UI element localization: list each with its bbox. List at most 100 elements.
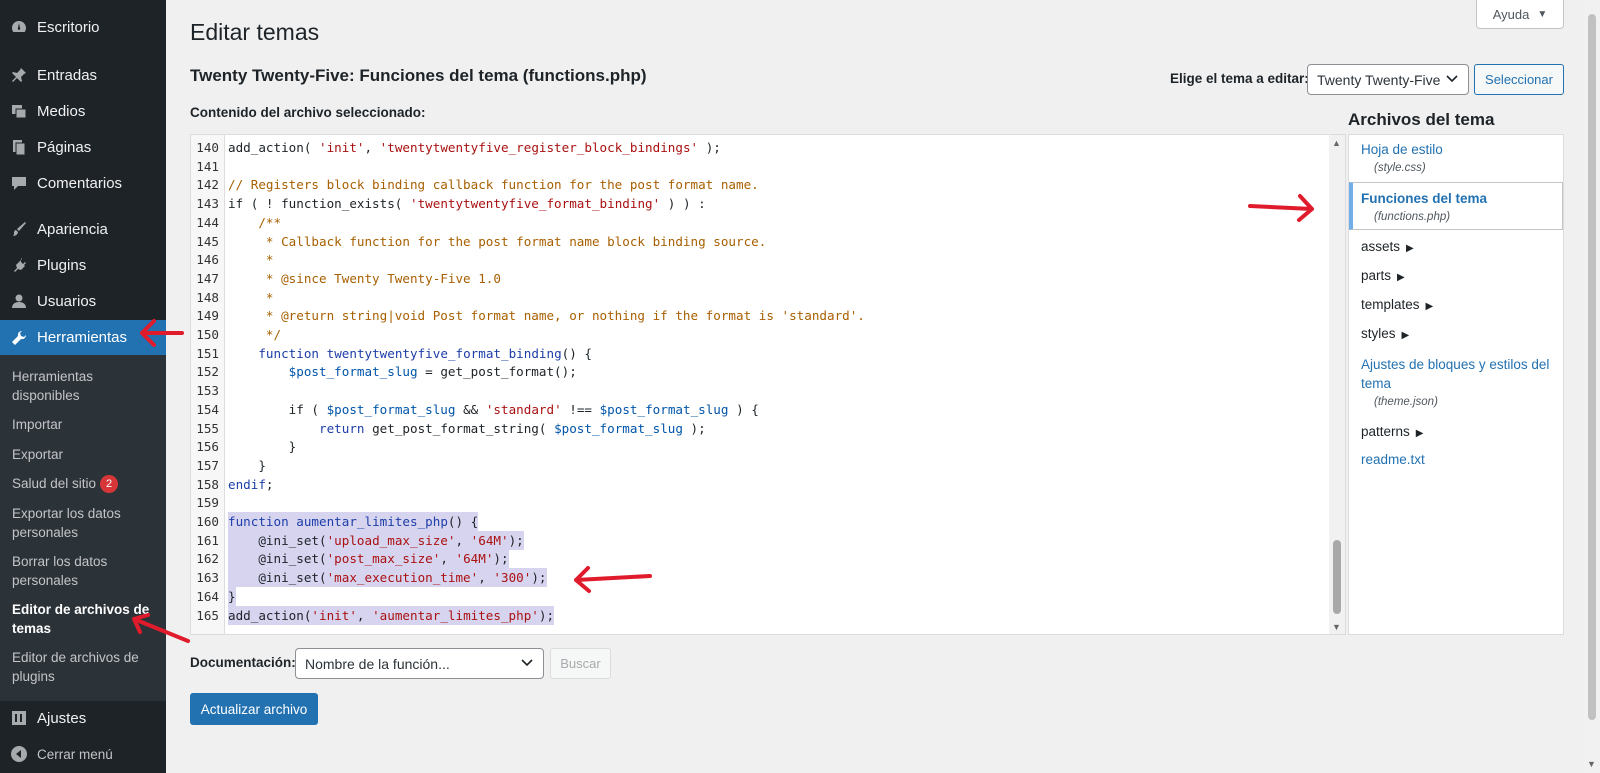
code-line[interactable]: 150 */	[191, 325, 1331, 344]
submenu-herramientas-disponibles[interactable]: Herramientas disponibles	[12, 367, 157, 405]
line-number: 163	[196, 570, 219, 586]
code-line[interactable]: 143 if ( ! function_exists( 'twentytwenty…	[191, 194, 1331, 213]
submenu-editor-plugins[interactable]: Editor de archivos de plugins	[12, 648, 157, 686]
code-text: }	[228, 439, 297, 455]
lookup-button[interactable]: Buscar	[550, 648, 611, 679]
file-link-readme[interactable]: readme.txt	[1361, 450, 1559, 469]
menu-item-usuarios[interactable]: Usuarios	[0, 284, 166, 318]
line-number: 143	[196, 196, 219, 212]
line-number: 151	[196, 345, 219, 361]
code-line[interactable]: 152 $post_format_slug = get_post_format(…	[191, 362, 1331, 381]
line-number: 162	[196, 551, 219, 567]
code-line[interactable]: 158 endif;	[191, 475, 1331, 494]
menu-item-ajustes[interactable]: Ajustes	[0, 701, 166, 735]
dashboard-icon	[9, 17, 29, 37]
submenu-exportar-datos[interactable]: Exportar los datos personales	[12, 504, 157, 542]
theme-files-title: Archivos del tema	[1348, 110, 1495, 129]
menu-item-entradas[interactable]: Entradas	[0, 58, 166, 92]
editor-scrollbar-thumb[interactable]	[1333, 540, 1341, 614]
code-line[interactable]: 165 add_action('init', 'aumentar_limites_…	[191, 605, 1331, 625]
menu-item-escritorio[interactable]: Escritorio	[0, 10, 166, 44]
file-link-themejson[interactable]: Ajustes de bloques y estilos del tema	[1361, 355, 1559, 393]
code-line[interactable]: 151 function twentytwentyfive_format_bin…	[191, 344, 1331, 363]
code-text: */	[228, 327, 282, 342]
comments-icon	[9, 173, 29, 193]
code-line[interactable]: 146 *	[191, 250, 1331, 269]
code-line[interactable]: 162 @ini_set('post_max_size', '64M');	[191, 549, 1331, 569]
admin-sidebar: Escritorio Entradas Medios Páginas Comen…	[0, 0, 166, 773]
folder-patterns[interactable]: patterns ▶	[1361, 424, 1423, 439]
wrench-icon	[9, 328, 29, 348]
submenu-exportar[interactable]: Exportar	[12, 445, 157, 464]
update-file-button[interactable]: Actualizar archivo	[190, 693, 318, 725]
dropdown-triangle-icon: ▼	[1537, 8, 1548, 20]
menu-label: Escritorio	[37, 18, 100, 36]
code-line[interactable]: 140 add_action( 'init', 'twentytwentyfive…	[191, 138, 1331, 157]
menu-item-apariencia[interactable]: Apariencia	[0, 212, 166, 246]
expand-triangle-icon: ▶	[1415, 428, 1424, 439]
help-tab[interactable]: Ayuda ▼	[1476, 0, 1564, 29]
code-line[interactable]: 159	[191, 493, 1331, 512]
collapse-menu-button[interactable]: Cerrar menú	[0, 737, 166, 771]
file-item-functions-active[interactable]: Funciones del tema (functions.php)	[1349, 182, 1563, 230]
line-number: 164	[196, 588, 219, 604]
file-link-functions[interactable]: Funciones del tema	[1361, 189, 1559, 208]
code-line[interactable]: 145 * Callback function for the post for…	[191, 232, 1331, 251]
page-scrollbar[interactable]: ▼	[1584, 0, 1600, 773]
code-text: }	[228, 586, 236, 606]
documentation-select[interactable]: Nombre de la función...	[295, 648, 544, 679]
menu-label: Medios	[37, 102, 86, 120]
menu-item-paginas[interactable]: Páginas	[0, 130, 166, 164]
folder-styles[interactable]: styles ▶	[1361, 326, 1409, 341]
code-line[interactable]: 148 *	[191, 288, 1331, 307]
code-line[interactable]: 149 * @return string|void Post format na…	[191, 306, 1331, 325]
line-number: 158	[196, 476, 219, 492]
code-text: }	[228, 457, 266, 473]
code-text: @ini_set('max_execution_time', '300');	[228, 568, 547, 588]
code-line[interactable]: 157 }	[191, 456, 1331, 475]
menu-item-comentarios[interactable]: Comentarios	[0, 166, 166, 200]
tools-submenu: Herramientas disponibles Importar Export…	[0, 355, 166, 701]
code-line[interactable]: 141	[191, 157, 1331, 176]
scroll-up-icon[interactable]: ▲	[1332, 138, 1341, 148]
line-number: 165	[196, 607, 219, 623]
submenu-importar[interactable]: Importar	[12, 415, 157, 434]
folder-parts[interactable]: parts ▶	[1361, 268, 1405, 283]
line-number: 156	[196, 439, 219, 455]
menu-item-plugins[interactable]: Plugins	[0, 248, 166, 282]
select-theme-button[interactable]: Seleccionar	[1474, 64, 1564, 95]
code-text: function aumentar_limites_php() {	[228, 512, 479, 531]
folder-assets[interactable]: assets ▶	[1361, 239, 1414, 254]
editor-scrollbar[interactable]: ▲ ▼	[1329, 135, 1345, 634]
submenu-salud-del-sitio[interactable]: Salud del sitio 2	[12, 474, 157, 493]
code-line[interactable]: 164}	[191, 586, 1331, 606]
code-line[interactable]: 163 @ini_set('max_execution_time', '300'…	[191, 568, 1331, 588]
code-text: * Callback function for the post format …	[228, 233, 767, 249]
page-scrollbar-thumb[interactable]	[1588, 14, 1596, 720]
submenu-borrar-datos[interactable]: Borrar los datos personales	[12, 552, 157, 590]
file-link-stylesheet[interactable]: Hoja de estilo	[1361, 140, 1559, 159]
users-icon	[9, 291, 29, 311]
code-line[interactable]: 154 if ( $post_format_slug && 'standard'…	[191, 400, 1331, 419]
code-line[interactable]: 142 // Registers block binding callback f…	[191, 175, 1331, 194]
code-line[interactable]: 161 @ini_set('upload_max_size', '64M');	[191, 530, 1331, 550]
code-line[interactable]: 155 return get_post_format_string( $post…	[191, 419, 1331, 438]
code-line[interactable]: 160 function aumentar_limites_php() {	[191, 512, 1331, 531]
code-line[interactable]: 147 * @since Twenty Twenty-Five 1.0	[191, 269, 1331, 288]
theme-select[interactable]: Twenty Twenty-Five	[1307, 64, 1469, 95]
annotation-arrow-icon	[1248, 194, 1314, 222]
pages-icon	[9, 137, 29, 157]
plugins-icon	[9, 255, 29, 275]
pin-icon	[9, 65, 29, 85]
code-line[interactable]: 144 /**	[191, 213, 1331, 232]
line-number: 147	[196, 270, 219, 286]
scroll-down-icon[interactable]: ▼	[1332, 622, 1341, 632]
expand-triangle-icon: ▶	[1397, 272, 1405, 283]
folder-templates[interactable]: templates ▶	[1361, 297, 1433, 312]
code-line[interactable]: 156 }	[191, 437, 1331, 456]
scroll-down-icon[interactable]: ▼	[1587, 759, 1596, 769]
code-editor[interactable]: 140 add_action( 'init', 'twentytwentyfive…	[190, 134, 1346, 635]
menu-label: Comentarios	[37, 174, 123, 192]
menu-item-medios[interactable]: Medios	[0, 94, 166, 128]
code-line[interactable]: 153	[191, 381, 1331, 400]
